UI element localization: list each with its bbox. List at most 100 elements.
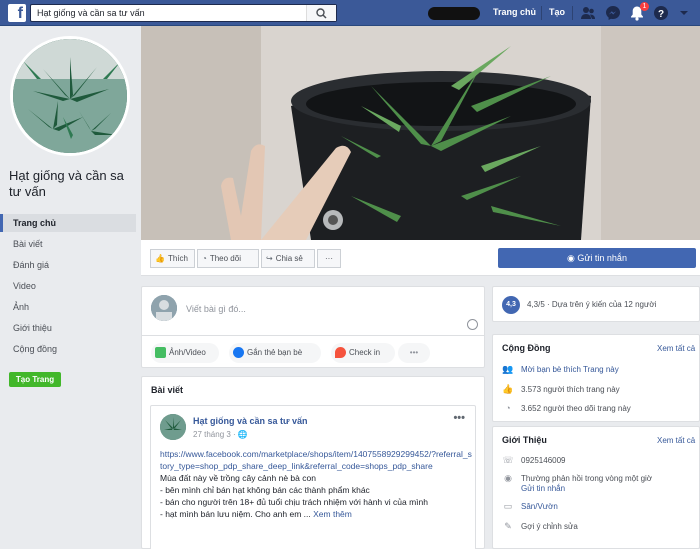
globe-icon: 🌐: [237, 430, 248, 439]
photo-video-label: Ảnh/Video: [169, 348, 206, 357]
check-in-label: Check in: [349, 348, 381, 357]
top-navigation-bar: f Hạt giống và cần sa tư vấn Trang chủ T…: [0, 0, 700, 26]
about-send-message-link[interactable]: Gửi tin nhắn: [521, 484, 565, 493]
left-sidebar: Hạt giống và cần sa tư vấn Trang chủ Bài…: [0, 26, 140, 549]
about-title: Giới Thiệu: [502, 435, 547, 445]
post-date-text: 27 tháng 3 ·: [193, 430, 238, 439]
sidebar-item-community[interactable]: Cộng đồng: [0, 340, 136, 358]
invite-friends-label: Mời bạn bè thích Trang này: [521, 365, 619, 374]
phone-icon: ☏: [502, 455, 514, 465]
redacted-profile-name[interactable]: [428, 7, 480, 20]
sidebar-item-about[interactable]: Giới thiệu: [0, 319, 136, 337]
post-line: Mùa đất này về trồng cây cảnh nè bà con: [160, 473, 316, 483]
tag-friends-button[interactable]: Gắn thẻ bạn bè: [229, 343, 321, 363]
page-name-title[interactable]: Hạt giống và cần sa tư vấn: [9, 168, 137, 200]
response-time-label: Thường phản hồi trong vòng một giờ: [521, 474, 653, 483]
follow-label: Theo dõi: [209, 254, 241, 263]
messenger-icon[interactable]: [605, 5, 621, 21]
facebook-logo-icon[interactable]: f: [8, 4, 26, 22]
post-author-avatar[interactable]: [160, 414, 186, 440]
photo-icon: [155, 347, 166, 359]
send-message-label: Gửi tin nhắn: [577, 253, 627, 263]
page-profile-picture[interactable]: [10, 36, 130, 156]
like-button[interactable]: 👍 Thích: [150, 249, 195, 268]
create-page-button[interactable]: Tạo Trang: [9, 372, 61, 387]
posts-section: Bài viết Hạt giống và cần sa tư vấn 27 t…: [141, 376, 485, 549]
phone-number: 0925146009: [521, 456, 566, 465]
messenger-icon: ◉: [504, 473, 512, 483]
cover-image: [141, 26, 700, 240]
category-link[interactable]: Sân/Vườn: [521, 502, 558, 512]
tag-friends-label: Gắn thẻ bạn bè: [247, 348, 303, 357]
search-value: Hạt giống và cần sa tư vấn: [37, 8, 145, 18]
community-title: Cộng Đồng: [502, 343, 551, 353]
location-pin-icon: [335, 347, 346, 359]
about-card: Giới Thiệu Xem tất cả ☏ 0925146009 ◉ Thườ…: [492, 426, 700, 549]
sidebar-item-home[interactable]: Trang chủ: [0, 214, 136, 232]
separator: [572, 6, 573, 20]
cannabis-avatar-image: [160, 414, 186, 440]
post-author-name[interactable]: Hạt giống và cần sa tư vấn: [193, 416, 308, 426]
rss-icon: ◔: [505, 403, 511, 413]
post-link[interactable]: https://www.facebook.com/marketplace/sho…: [160, 448, 472, 472]
create-link[interactable]: Tạo: [549, 7, 565, 17]
category-icon: ▭: [503, 501, 513, 511]
tag-friends-icon: [233, 347, 244, 359]
share-label: Chia sẻ: [275, 254, 303, 263]
avatar-image: [151, 295, 177, 321]
invite-friends-icon: 👥: [502, 364, 514, 374]
divider: [142, 335, 484, 336]
rating-card: 4,3 4,3/5 · Dựa trên ý kiến của 12 người: [492, 286, 700, 322]
sidebar-item-photos[interactable]: Ảnh: [0, 298, 136, 316]
see-more-link[interactable]: Xem thêm: [313, 509, 352, 519]
help-icon[interactable]: ?: [653, 5, 669, 21]
messenger-icon: ◉: [567, 253, 578, 263]
notification-badge: 1: [640, 2, 649, 11]
separator: [541, 6, 542, 20]
sidebar-item-videos[interactable]: Video: [0, 277, 136, 295]
account-menu-icon[interactable]: [678, 5, 690, 21]
post-composer: Viết bài gì đó... Ảnh/Video Gắn thẻ bạn …: [141, 286, 485, 368]
thumbs-up-icon: 👍: [155, 254, 165, 263]
home-link[interactable]: Trang chủ: [493, 7, 536, 17]
photo-video-button[interactable]: Ảnh/Video: [151, 343, 219, 363]
response-time-text: Thường phản hồi trong vòng một giờ Gửi ti…: [521, 474, 652, 494]
send-message-button[interactable]: ◉ Gửi tin nhắn: [498, 248, 696, 268]
cover-photo[interactable]: [141, 26, 700, 240]
composer-input[interactable]: Viết bài gì đó...: [186, 304, 246, 314]
like-label: Thích: [167, 254, 188, 263]
cannabis-plant-image: [13, 39, 127, 153]
post-options-button[interactable]: •••: [453, 412, 465, 424]
suggest-edit-label: Gợi ý chỉnh sửa: [521, 522, 578, 531]
search-button[interactable]: [306, 5, 336, 21]
follow-button[interactable]: ◔ Theo dõi: [197, 249, 259, 268]
composer-avatar: [151, 295, 177, 321]
thumbs-up-icon: 👍: [502, 384, 514, 394]
share-button[interactable]: ↪ Chia sẻ: [261, 249, 315, 268]
followers-count-label: 3.652 người theo dõi trang này: [521, 404, 631, 413]
post-body: https://www.facebook.com/marketplace/sho…: [160, 448, 472, 520]
post-timestamp[interactable]: 27 tháng 3 · 🌐: [193, 430, 248, 439]
sidebar-item-posts[interactable]: Bài viết: [0, 235, 136, 253]
rating-text[interactable]: 4,3/5 · Dựa trên ý kiến của 12 người: [527, 300, 656, 309]
community-card: Cộng Đồng Xem tất cả 👥 Mời bạn bè thích T…: [492, 334, 700, 422]
check-in-button[interactable]: Check in: [331, 343, 395, 363]
more-actions-button[interactable]: ···: [317, 249, 341, 268]
community-see-all-link[interactable]: Xem tất cả: [657, 344, 695, 353]
rss-icon: ◔: [202, 254, 207, 263]
share-icon: ↪: [266, 254, 273, 263]
friend-requests-icon[interactable]: [580, 5, 596, 21]
emoji-icon[interactable]: [467, 319, 478, 330]
post-line-text: - hạt mình bán lưu niệm. Cho anh em ...: [160, 509, 311, 519]
about-see-all-link[interactable]: Xem tất cả: [657, 436, 695, 445]
post-line: - bên mình chỉ bán hạt không bán các thà…: [160, 485, 370, 495]
likes-count-label: 3.573 người thích trang này: [521, 385, 620, 394]
pencil-icon: ✎: [504, 521, 512, 531]
svg-text:?: ?: [658, 9, 664, 20]
post-item: Hạt giống và cần sa tư vấn 27 tháng 3 · …: [150, 405, 476, 549]
sidebar-item-reviews[interactable]: Đánh giá: [0, 256, 136, 274]
post-line: - bán cho người trên 18+ đủ tuổi chịu tr…: [160, 497, 428, 507]
more-composer-options-button[interactable]: •••: [398, 343, 430, 363]
post-line: - hạt mình bán lưu niệm. Cho anh em ... …: [160, 508, 472, 520]
search-input[interactable]: Hạt giống và cần sa tư vấn: [30, 4, 337, 22]
